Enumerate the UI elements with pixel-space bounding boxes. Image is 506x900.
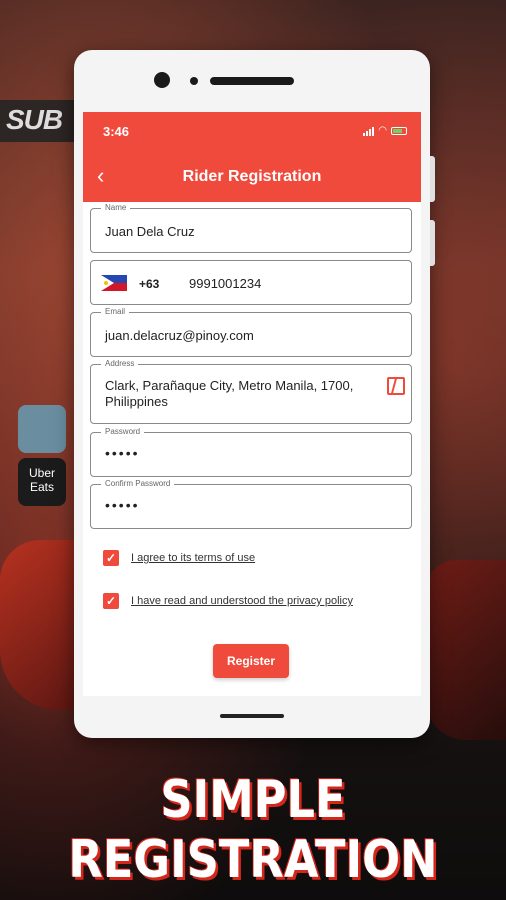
address-value: Clark, Parañaque City, Metro Manila, 170…: [105, 378, 353, 410]
address-line-1: Clark, Parañaque City, Metro Manila, 170…: [105, 378, 354, 393]
home-indicator: [220, 714, 284, 718]
confirm-password-value: •••••: [105, 497, 140, 513]
phone-field[interactable]: +63 9991001234: [90, 260, 412, 305]
camera: [154, 72, 170, 88]
name-field[interactable]: Name Juan Dela Cruz: [90, 203, 412, 253]
status-icons: ◠: [363, 125, 407, 136]
battery-icon: [391, 126, 407, 135]
map-icon[interactable]: [387, 377, 405, 395]
address-line-2: Philippines: [105, 394, 168, 409]
phone-mockup: 3:46 ◠ ‹ Rider Registration Name Juan De…: [74, 50, 435, 738]
password-value: •••••: [105, 445, 140, 461]
email-value: juan.delacruz@pinoy.com: [105, 328, 254, 343]
country-code[interactable]: +63: [139, 277, 159, 291]
privacy-checkbox-row[interactable]: ✓ I have read and understood the privacy…: [103, 593, 353, 609]
address-field[interactable]: Address Clark, Parañaque City, Metro Man…: [90, 359, 412, 424]
app-header: 3:46 ◠ ‹ Rider Registration: [83, 112, 421, 202]
philippines-flag-icon[interactable]: [101, 275, 127, 291]
page-title: Rider Registration: [182, 168, 322, 185]
confirm-password-field[interactable]: Confirm Password •••••: [90, 479, 412, 529]
terms-link[interactable]: I agree to its terms of use: [131, 552, 255, 564]
email-label: Email: [101, 307, 130, 317]
privacy-policy-link[interactable]: I have read and understood the privacy p…: [131, 595, 353, 607]
terms-checkbox[interactable]: ✓: [103, 550, 119, 566]
background-motorcycle-right: [426, 560, 506, 740]
background-store-sign: SUB: [0, 100, 80, 142]
password-label: Password: [101, 427, 145, 437]
password-field[interactable]: Password •••••: [90, 427, 412, 477]
terms-checkbox-row[interactable]: ✓ I agree to its terms of use: [103, 550, 255, 566]
promo-banner-text: SIMPLE REGISTRATION: [68, 770, 438, 890]
background-uber-eats-tile: Uber Eats: [18, 458, 66, 506]
register-button[interactable]: Register: [213, 644, 289, 678]
sensor: [190, 77, 198, 85]
address-label: Address: [101, 359, 139, 369]
status-time: 3:46: [103, 124, 130, 139]
name-label: Name: [101, 203, 131, 213]
side-button: [430, 220, 435, 266]
email-field[interactable]: Email juan.delacruz@pinoy.com: [90, 307, 412, 357]
speaker: [210, 77, 294, 85]
app-screen: 3:46 ◠ ‹ Rider Registration Name Juan De…: [83, 112, 421, 696]
signal-icon: [363, 126, 375, 136]
phone-number-value: 9991001234: [189, 276, 262, 291]
side-button: [430, 156, 435, 202]
name-value: Juan Dela Cruz: [105, 224, 195, 239]
background-app-tile: [18, 405, 66, 453]
privacy-checkbox[interactable]: ✓: [103, 593, 119, 609]
wifi-icon: ◠: [378, 125, 387, 136]
confirm-password-label: Confirm Password: [101, 479, 175, 489]
